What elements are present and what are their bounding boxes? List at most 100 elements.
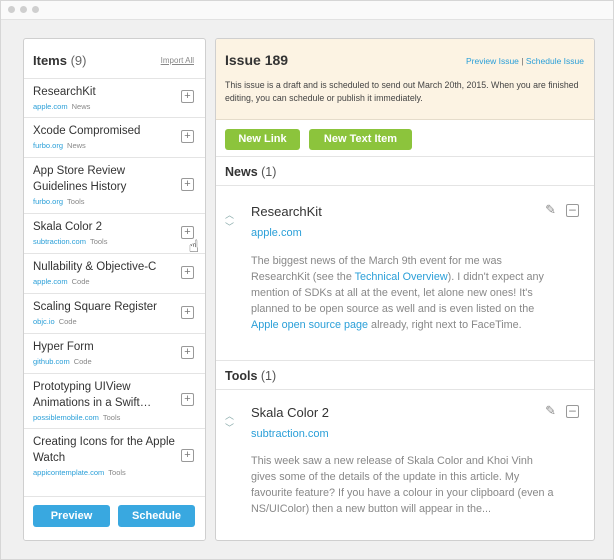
entry-body: The biggest news of the March 9th event … <box>251 253 556 333</box>
item-title: Hyper Form <box>33 341 94 353</box>
item-title: Skala Color 2 <box>33 221 103 233</box>
window-control-dot[interactable] <box>20 6 27 13</box>
item-meta: apple.com Code <box>33 275 175 287</box>
issue-panel: Issue 189 Preview Issue | Schedule Issue… <box>215 38 595 541</box>
list-item: Xcode Compromised furbo.org News + <box>24 118 205 158</box>
app-body: Items (9) Import All ResearchKit apple.c… <box>1 20 613 559</box>
minus-square-icon[interactable]: – <box>566 203 579 217</box>
items-header: Items (9) Import All <box>24 39 205 79</box>
schedule-button[interactable]: Schedule <box>118 505 195 527</box>
app-window: Items (9) Import All ResearchKit apple.c… <box>0 0 614 560</box>
item-title: App Store Review Guidelines History <box>33 165 127 193</box>
item-title: Prototyping UIView Animations in a Swift… <box>33 381 152 409</box>
section-title-text: Tools <box>225 369 258 383</box>
list-item: Prototyping UIView Animations in a Swift… <box>24 374 205 429</box>
chevron-down-icon[interactable]: ﹀ <box>225 221 234 233</box>
link-separator: | <box>521 56 524 66</box>
entry-title: Skala Color 2 <box>251 405 330 420</box>
apple-open-source-link[interactable]: Apple open source page <box>251 319 368 331</box>
add-item-icon[interactable]: + <box>181 393 194 406</box>
new-text-item-button[interactable]: New Text Item <box>309 129 412 150</box>
items-title: Items (9) <box>33 53 86 68</box>
add-item-icon[interactable]: + <box>181 90 194 103</box>
pencil-icon[interactable]: ✎ <box>545 403 556 419</box>
item-meta: objc.io Code <box>33 315 175 327</box>
item-category: News <box>67 141 86 150</box>
chevron-down-icon[interactable]: ﹀ <box>225 422 234 434</box>
entry-body-text: already, right next to FaceTime. <box>368 319 522 331</box>
item-title: Xcode Compromised <box>33 125 141 137</box>
item-meta: github.com Code <box>33 355 175 367</box>
chevron-up-icon[interactable]: ︿ <box>225 410 234 422</box>
preview-issue-link[interactable]: Preview Issue <box>466 56 519 66</box>
list-item: Creating Icons for the Apple Watch appic… <box>24 429 205 484</box>
item-source[interactable]: possiblemobile.com <box>33 413 99 422</box>
new-link-button[interactable]: New Link <box>225 129 300 150</box>
item-source[interactable]: furbo.org <box>33 141 63 150</box>
window-control-dot[interactable] <box>8 6 15 13</box>
items-title-text: Items <box>33 53 67 68</box>
add-item-icon[interactable]: + <box>181 177 194 191</box>
section-title-text: News <box>225 165 258 179</box>
entry-source-link[interactable]: subtraction.com <box>251 428 329 440</box>
item-meta: apple.com News <box>33 100 175 112</box>
item-source[interactable]: github.com <box>33 357 70 366</box>
section-count: (1) <box>260 369 277 383</box>
items-list: ResearchKit apple.com News + Xcode Compro… <box>24 79 205 484</box>
pencil-icon[interactable]: ✎ <box>545 202 556 218</box>
add-item-icon[interactable]: + <box>181 129 194 143</box>
list-item: Hyper Form github.com Code + <box>24 334 205 374</box>
issue-entry: ︿ ﹀ Skala Color 2 subtraction.com ✎ – Th… <box>216 390 594 540</box>
item-source[interactable]: apple.com <box>33 277 68 286</box>
item-source[interactable]: furbo.org <box>33 197 63 206</box>
preview-button[interactable]: Preview <box>33 505 110 527</box>
item-meta: possiblemobile.com Tools <box>33 411 175 423</box>
section-title: News (1) <box>225 165 276 179</box>
item-source[interactable]: objc.io <box>33 317 55 326</box>
item-category: Tools <box>102 413 121 422</box>
section-header-news: News (1) <box>216 157 594 186</box>
item-source[interactable]: subtraction.com <box>33 237 86 246</box>
chevron-up-icon[interactable]: ︿ <box>225 209 234 221</box>
item-title: ResearchKit <box>33 86 96 98</box>
draft-notice: This issue is a draft and is scheduled t… <box>225 80 579 103</box>
item-category: Code <box>71 277 90 286</box>
import-all-link[interactable]: Import All <box>161 56 194 65</box>
item-title: Nullability & Objective-C <box>33 261 157 273</box>
add-item-icon[interactable]: + <box>181 448 194 462</box>
reorder-arrows: ︿ ﹀ <box>225 209 234 233</box>
item-meta: subtraction.com Tools <box>33 235 175 247</box>
minus-square-icon[interactable]: – <box>566 404 579 418</box>
item-source[interactable]: apple.com <box>33 102 68 111</box>
item-category: Code <box>73 357 92 366</box>
entry-source-link[interactable]: apple.com <box>251 227 302 239</box>
schedule-issue-link[interactable]: Schedule Issue <box>526 56 584 66</box>
add-item-icon[interactable]: + <box>181 265 194 279</box>
issue-title: Issue 189 <box>225 52 289 68</box>
list-item: Nullability & Objective-C apple.com Code … <box>24 254 205 294</box>
add-item-icon[interactable]: + <box>181 305 194 319</box>
section-header-tools: Tools (1) <box>216 361 594 390</box>
technical-overview-link[interactable]: Technical Overview <box>355 271 448 283</box>
items-footer: Preview Schedule <box>24 496 205 540</box>
item-category: Tools <box>89 237 108 246</box>
add-item-icon[interactable]: + <box>181 345 194 359</box>
issue-actions: New Link New Text Item <box>216 120 594 157</box>
list-item: Skala Color 2 subtraction.com Tools + ☝ <box>24 214 205 256</box>
window-control-dot[interactable] <box>32 6 39 13</box>
item-meta: appicontemplate.com Tools <box>33 466 175 478</box>
item-category: Tools <box>67 197 85 206</box>
item-title: Scaling Square Register <box>33 301 158 313</box>
list-item: App Store Review Guidelines History furb… <box>24 158 205 214</box>
item-title: Creating Icons for the Apple Watch <box>33 436 175 464</box>
item-category: Tools <box>108 468 126 477</box>
title-bar <box>1 1 613 20</box>
item-source[interactable]: appicontemplate.com <box>33 468 104 477</box>
items-count: (9) <box>70 53 87 68</box>
issue-header: Issue 189 Preview Issue | Schedule Issue… <box>216 39 594 120</box>
reorder-arrows: ︿ ﹀ <box>225 410 234 434</box>
list-item: ResearchKit apple.com News + <box>24 79 205 118</box>
section-count: (1) <box>261 165 277 179</box>
entry-title: ResearchKit <box>251 204 322 219</box>
item-category: News <box>71 102 91 111</box>
